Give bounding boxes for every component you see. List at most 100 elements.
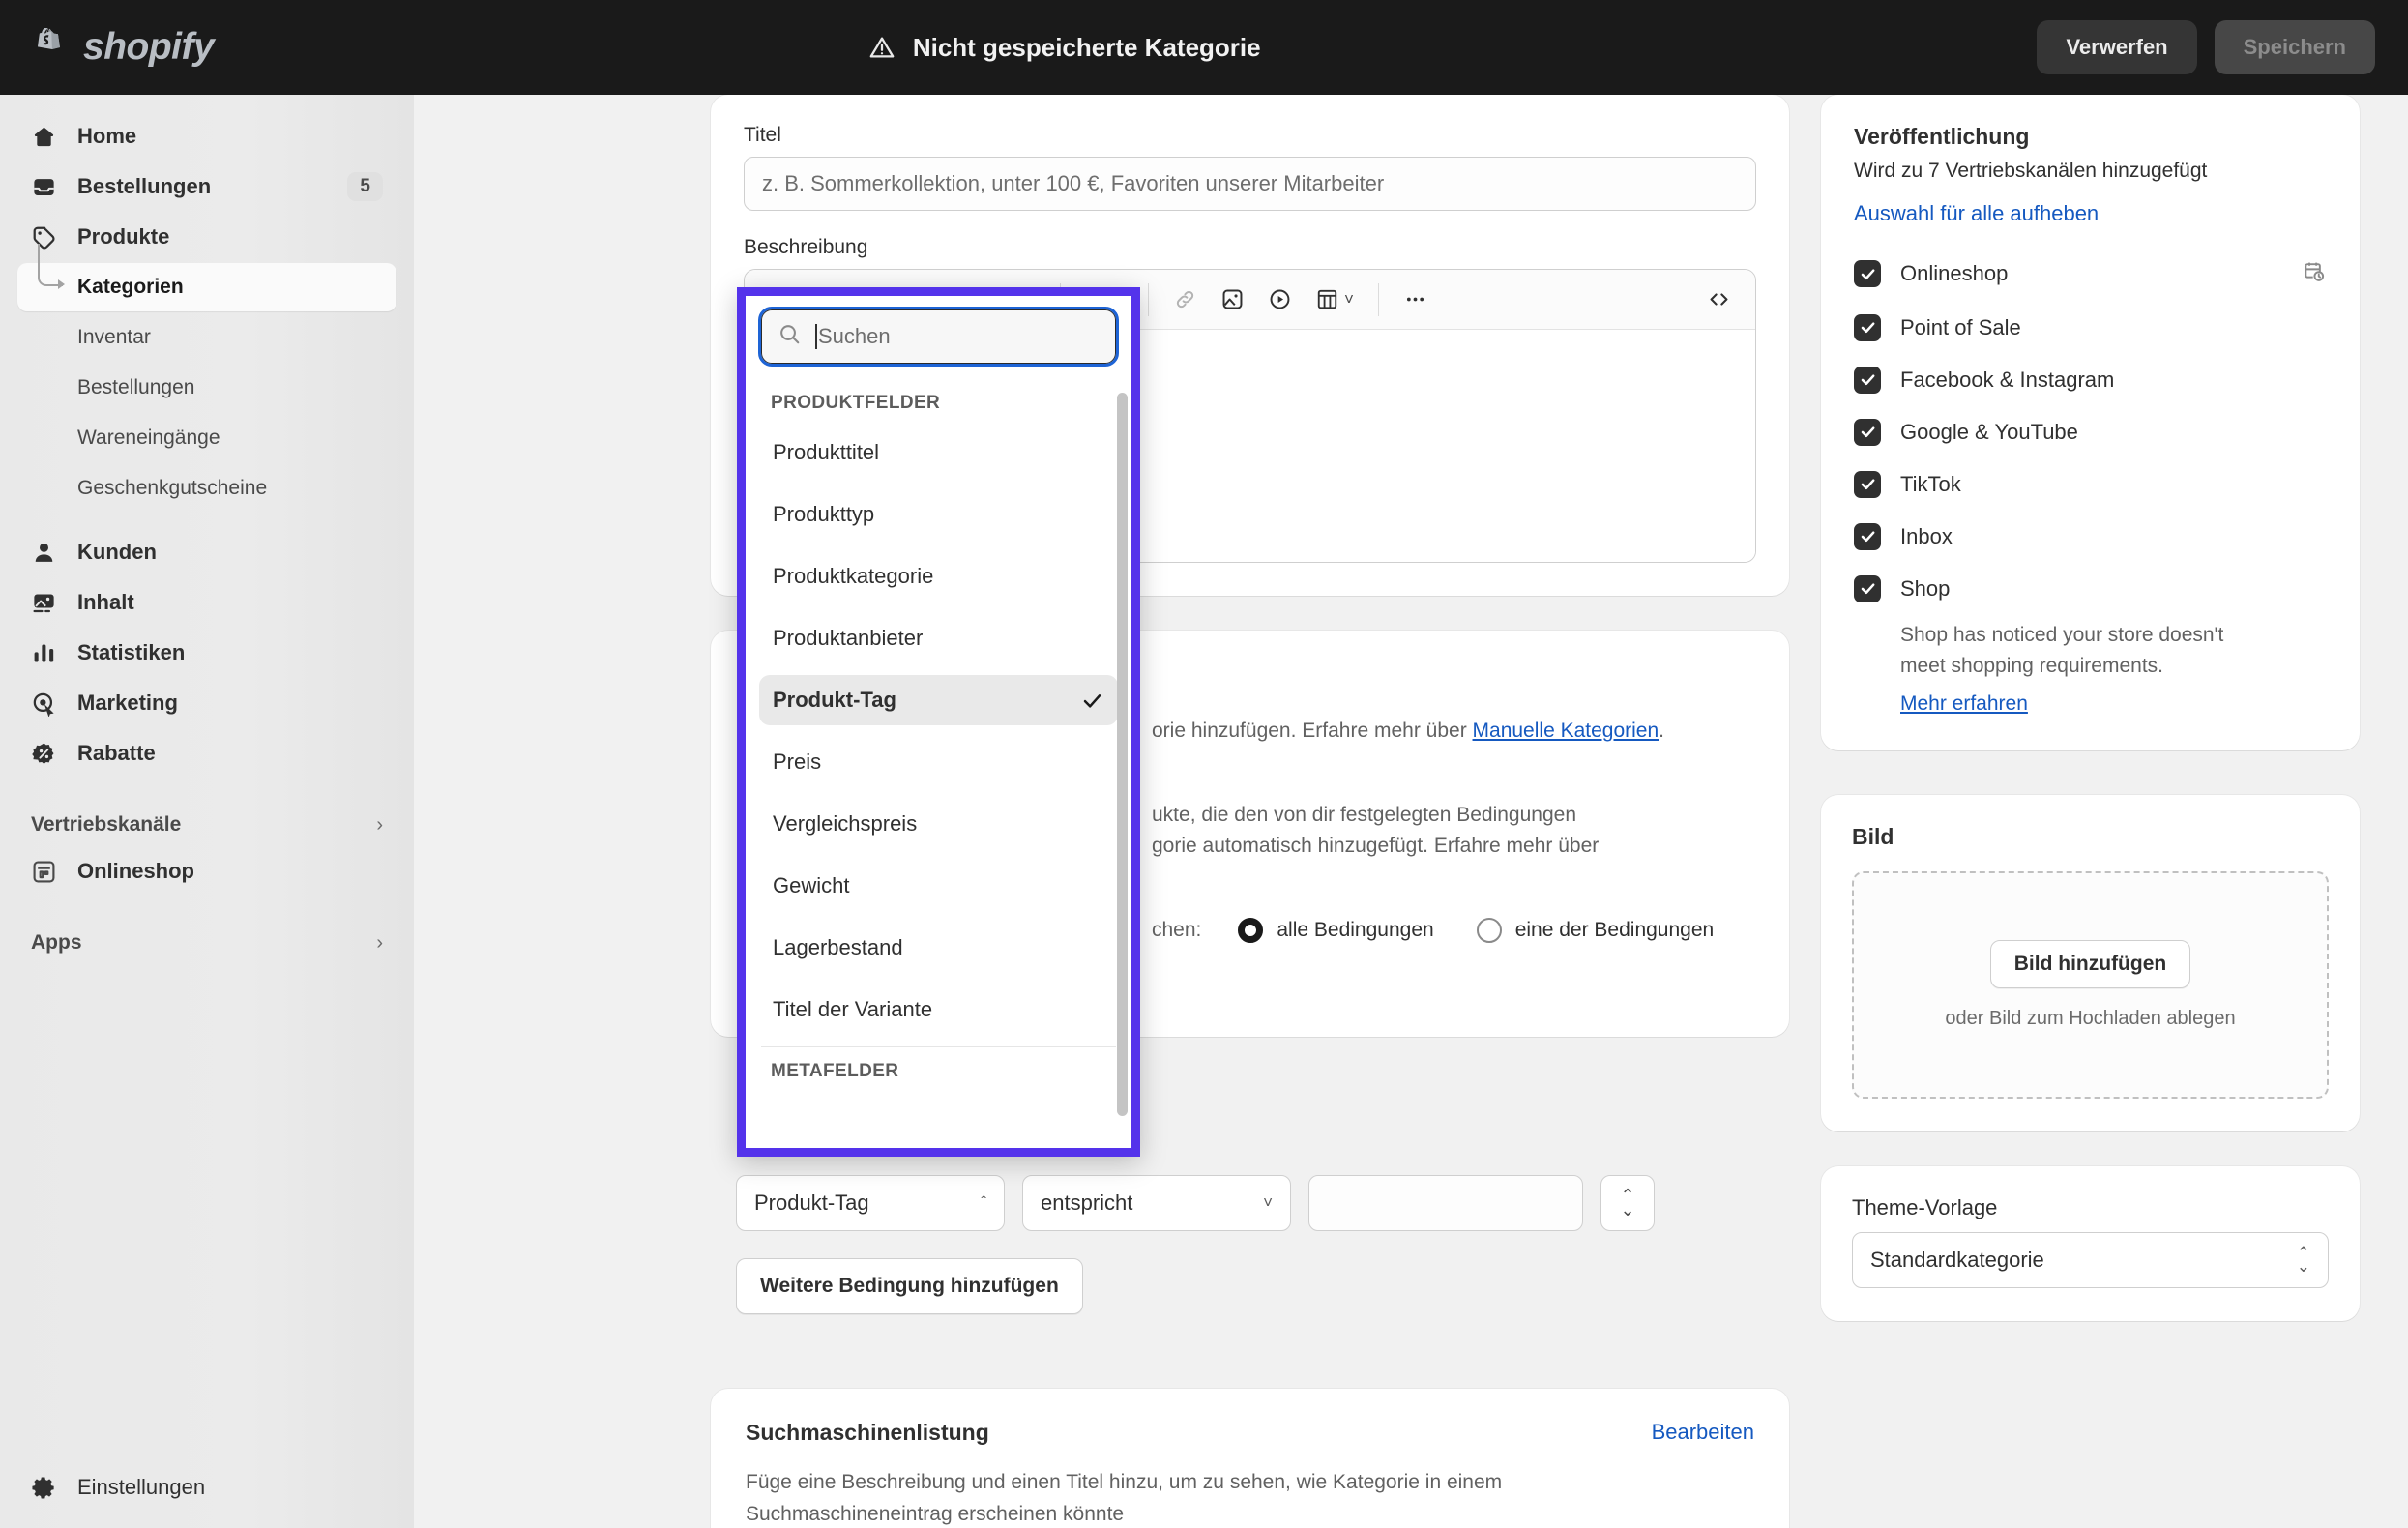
sidebar-item-statistiken[interactable]: Statistiken (17, 629, 396, 677)
condition-operator-value: entspricht (1041, 1190, 1133, 1215)
warning-triangle-icon (867, 33, 896, 62)
title-input[interactable] (744, 157, 1756, 211)
sidebar-item-rabatte[interactable]: Rabatte (17, 729, 396, 778)
condition-value-input[interactable] (1308, 1175, 1583, 1231)
option-gewicht[interactable]: Gewicht (759, 861, 1118, 911)
add-image-button[interactable]: Bild hinzufügen (1989, 939, 2191, 988)
shop-requirements-note: Shop has noticed your store doesn't meet… (1900, 620, 2327, 716)
option-label: Produkttitel (773, 440, 880, 464)
seo-card-title: Suchmaschinenlistung (746, 1420, 989, 1445)
theme-template-card: Theme-Vorlage Standardkategorie ⌃ ⌄ (1821, 1165, 2360, 1321)
schedule-clock-icon[interactable] (2302, 259, 2327, 289)
field-select-popover-inner: Suchen PRODUKTFELDER Produkttitel Produk… (746, 296, 1131, 1148)
checkbox-tiktok[interactable] (1854, 470, 1881, 498)
checkbox-shop[interactable] (1854, 574, 1881, 602)
option-produkt-tag[interactable]: Produkt-Tag (759, 675, 1118, 725)
chevron-right-icon: › (376, 813, 383, 836)
image-card-title: Bild (1852, 823, 1894, 849)
condition-reorder-handle[interactable]: ⌃ ⌄ (1600, 1175, 1655, 1231)
sidebar-item-label: Einstellungen (77, 1475, 206, 1499)
auto-help-line1: ukte, die den von dir festgelegten Bedin… (1152, 803, 1577, 826)
manual-categories-link[interactable]: Manuelle Kategorien (1473, 720, 1659, 742)
target-cursor-icon (31, 691, 64, 717)
option-produkttyp[interactable]: Produkttyp (759, 489, 1118, 540)
condition-field-select[interactable]: Produkt-Tag ˆ (736, 1175, 1005, 1231)
sidebar-section-apps[interactable]: Apps › (17, 921, 396, 965)
sidebar-item-onlineshop[interactable]: Onlineshop (17, 847, 396, 896)
link-tool[interactable] (1164, 279, 1206, 321)
stepper-chevrons-icon: ⌃ ⌄ (2296, 1244, 2310, 1276)
option-label: Produkt-Tag (773, 688, 896, 712)
checkbox-inbox[interactable] (1854, 522, 1881, 550)
sidebar-item-bestellungen-sub[interactable]: Bestellungen (17, 364, 396, 412)
channel-label: Inbox (1900, 523, 1953, 548)
match-all-label: alle Bedingungen (1277, 918, 1434, 941)
add-condition-button[interactable]: Weitere Bedingung hinzufügen (736, 1258, 1083, 1314)
sidebar-item-home[interactable]: Home (17, 112, 396, 161)
checkbox-onlineshop[interactable] (1854, 260, 1881, 288)
sidebar-item-inhalt[interactable]: Inhalt (17, 578, 396, 627)
deselect-all-link[interactable]: Auswahl für alle aufheben (1854, 201, 2327, 226)
option-preis[interactable]: Preis (759, 737, 1118, 787)
sidebar-item-geschenkgutscheine[interactable]: Geschenkgutscheine (17, 464, 396, 513)
popover-scrollbar[interactable] (1117, 393, 1128, 1116)
shop-note-line2: meet shopping requirements. (1900, 655, 2163, 678)
theme-template-select[interactable]: Standardkategorie ⌃ ⌄ (1852, 1231, 2329, 1288)
sidebar-item-label: Bestellungen (77, 174, 212, 198)
save-button[interactable]: Speichern (2214, 20, 2375, 74)
option-vergleichspreis[interactable]: Vergleichspreis (759, 799, 1118, 849)
checkbox-facebook-instagram[interactable] (1854, 366, 1881, 394)
popover-option-list[interactable]: PRODUKTFELDER Produkttitel Produkttyp Pr… (746, 371, 1131, 1148)
sidebar-item-marketing[interactable]: Marketing (17, 679, 396, 727)
sidebar-item-bestellungen[interactable]: Bestellungen 5 (17, 162, 396, 211)
insert-table-tool[interactable]: ˅ (1307, 279, 1363, 321)
theme-template-label: Theme-Vorlage (1852, 1194, 1998, 1219)
gear-icon (31, 1475, 64, 1501)
option-produktanbieter[interactable]: Produktanbieter (759, 613, 1118, 663)
seo-body-line2: Suchmaschineneintrag erscheinen könnte (746, 1502, 1125, 1525)
checkbox-point-of-sale[interactable] (1854, 313, 1881, 341)
insert-video-tool[interactable] (1259, 279, 1301, 321)
sidebar-item-label: Onlineshop (77, 859, 194, 883)
discard-button[interactable]: Verwerfen (2037, 20, 2197, 74)
popover-search-box[interactable]: Suchen (758, 307, 1119, 367)
condition-operator-select[interactable]: entspricht ˅ (1022, 1175, 1291, 1231)
option-lagerbestand[interactable]: Lagerbestand (759, 923, 1118, 973)
sidebar-item-produkte[interactable]: Produkte (17, 213, 396, 261)
manual-help-period: . (1659, 720, 1665, 742)
insert-image-tool[interactable] (1212, 279, 1253, 321)
image-dropzone[interactable]: Bild hinzufügen oder Bild zum Hochladen … (1852, 870, 2329, 1099)
chevron-down-icon: ˅ (1263, 1193, 1273, 1212)
sidebar-item-inventar[interactable]: Inventar (17, 313, 396, 362)
channel-row-facebook-instagram: Facebook & Instagram (1854, 366, 2327, 394)
image-card: Bild Bild hinzufügen oder Bild zum Hochl… (1821, 794, 2360, 1131)
group-header-produktfelder: PRODUKTFELDER (771, 393, 941, 413)
manual-help-tail: orie hinzufügen. Erfahre mehr über (1152, 720, 1473, 742)
match-mode-label: chen: (1152, 918, 1202, 941)
seo-body-line1: Füge eine Beschreibung und einen Titel h… (746, 1471, 1503, 1493)
checkbox-google-youtube[interactable] (1854, 418, 1881, 446)
sidebar-item-kategorien[interactable]: Kategorien (17, 244, 396, 311)
option-produkttitel[interactable]: Produkttitel (759, 427, 1118, 478)
tree-branch-icon (38, 244, 65, 289)
theme-template-value: Standardkategorie (1870, 1247, 2044, 1272)
seo-card-body-text: Füge eine Beschreibung und einen Titel h… (746, 1467, 1754, 1528)
seo-edit-link[interactable]: Bearbeiten (1652, 1420, 1754, 1445)
option-produktkategorie[interactable]: Produktkategorie (759, 551, 1118, 602)
radio-match-all[interactable] (1238, 917, 1264, 943)
sidebar-item-kunden[interactable]: Kunden (17, 528, 396, 576)
home-icon (31, 124, 64, 150)
radio-match-any[interactable] (1476, 917, 1502, 943)
sidebar-subitem-label: Kategorien (77, 276, 184, 298)
sidebar-item-wareneingaenge[interactable]: Wareneingänge (17, 414, 396, 462)
sidebar-subitem-label: Inventar (77, 326, 151, 348)
more-options-tool[interactable] (1395, 279, 1436, 321)
option-titel-der-variante[interactable]: Titel der Variante (759, 984, 1118, 1035)
person-icon (31, 540, 64, 566)
field-select-popover: Suchen PRODUKTFELDER Produkttitel Produk… (737, 287, 1140, 1157)
code-view-tool[interactable] (1698, 279, 1740, 321)
sidebar-section-vertriebskanaele[interactable]: Vertriebskanäle › (17, 803, 396, 847)
shop-learn-more-link[interactable]: Mehr erfahren (1900, 692, 2327, 716)
sidebar-subitem-label: Geschenkgutscheine (77, 477, 268, 499)
sidebar-item-einstellungen[interactable]: Einstellungen (17, 1462, 396, 1513)
